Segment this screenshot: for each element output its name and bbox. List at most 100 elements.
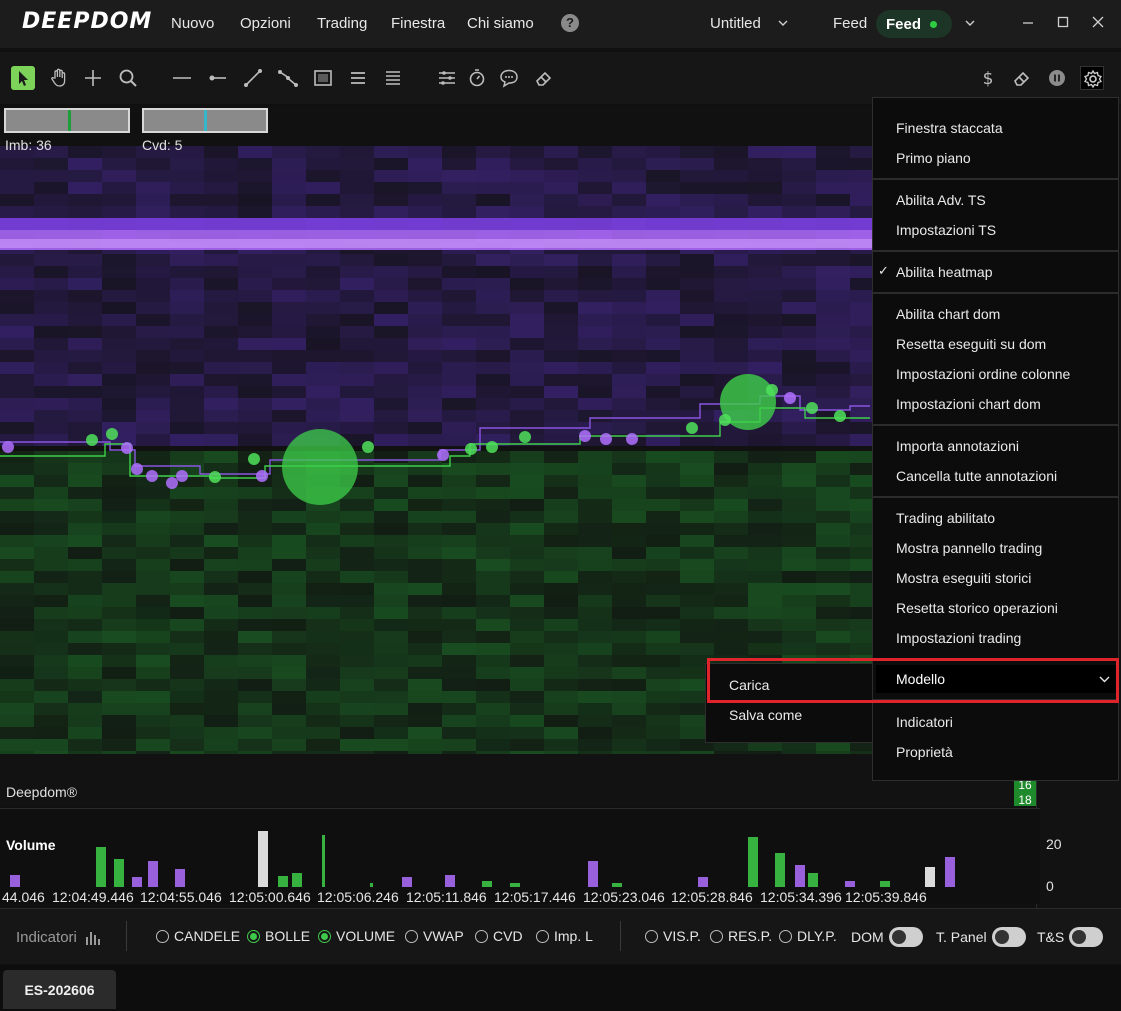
menu-item-abilita-chart-dom[interactable]: Abilita chart dom: [896, 306, 1000, 322]
menu-item-finestra-staccata[interactable]: Finestra staccata: [896, 120, 1003, 136]
menu-item-impostazioni-trading[interactable]: Impostazioni trading: [896, 630, 1021, 646]
menu-item-importa-annotazioni[interactable]: Importa annotazioni: [896, 438, 1019, 454]
radio-icon[interactable]: [710, 930, 723, 943]
menu-item-primo-piano[interactable]: Primo piano: [896, 150, 971, 166]
hand-icon[interactable]: [47, 66, 71, 90]
rectangle-icon[interactable]: [311, 66, 335, 90]
menu-item-impostazioni-ts[interactable]: Impostazioni TS: [896, 222, 996, 238]
option-label: DLY.P.: [797, 928, 837, 944]
option-label: CVD: [493, 928, 523, 944]
menu-item-impostazioni-chart-dom[interactable]: Impostazioni chart dom: [896, 396, 1041, 412]
pause-icon[interactable]: [1045, 66, 1069, 90]
horizontal-line-icon[interactable]: [170, 66, 194, 90]
option-volume[interactable]: VOLUME: [318, 928, 395, 944]
workspace-selector[interactable]: Untitled: [710, 15, 761, 32]
divider: [620, 921, 621, 951]
menu-item-proprieta[interactable]: Proprietà: [896, 744, 953, 760]
tab-es-202606[interactable]: ES-202606: [3, 970, 116, 1009]
feed-status-pill[interactable]: Feed: [876, 10, 952, 38]
pointer-icon[interactable]: [11, 66, 35, 90]
option-res-p[interactable]: RES.P.: [710, 928, 772, 944]
option-vwap[interactable]: VWAP: [405, 928, 464, 944]
menu-divider: [873, 424, 1118, 426]
indicator-bar: Indicatori CANDELE BOLLE VOLUME VWAP CVD…: [0, 908, 1121, 964]
option-label: BOLLE: [265, 928, 311, 944]
menu-chi-siamo[interactable]: Chi siamo: [467, 15, 534, 32]
time-tick: 12:05:39.846: [845, 889, 927, 905]
menu-item-abilita-adv-ts[interactable]: Abilita Adv. TS: [896, 192, 986, 208]
bar-chart-icon[interactable]: [85, 928, 103, 946]
menu-item-ordine-colonne[interactable]: Impostazioni ordine colonne: [896, 366, 1070, 382]
menu-item-resetta-eseguiti[interactable]: Resetta eseguiti su dom: [896, 336, 1046, 352]
imbalance-gauge: [4, 108, 130, 133]
gear-icon[interactable]: [1080, 66, 1104, 90]
radio-icon[interactable]: [475, 930, 488, 943]
menu-opzioni[interactable]: Opzioni: [240, 15, 291, 32]
menu-item-cancella-annotazioni[interactable]: Cancella tutte annotazioni: [896, 468, 1057, 484]
menu-item-pannello-trading[interactable]: Mostra pannello trading: [896, 540, 1042, 556]
menu-trading[interactable]: Trading: [317, 15, 367, 32]
option-candele[interactable]: CANDELE: [156, 928, 240, 944]
crosshair-icon[interactable]: [81, 66, 105, 90]
trend-line-icon[interactable]: [241, 66, 265, 90]
menu-nuovo[interactable]: Nuovo: [171, 15, 214, 32]
stopwatch-icon[interactable]: [465, 66, 489, 90]
menu-item-abilita-heatmap[interactable]: Abilita heatmap: [896, 264, 993, 280]
toggle-switch[interactable]: [888, 927, 923, 947]
horizontal-ray-icon[interactable]: [205, 66, 229, 90]
question-circle-icon[interactable]: ?: [561, 14, 579, 32]
radio-icon[interactable]: [536, 930, 549, 943]
menu-item-resetta-storico[interactable]: Resetta storico operazioni: [896, 600, 1058, 616]
volume-axis-min: 0: [1046, 878, 1054, 894]
option-dly-p[interactable]: DLY.P.: [779, 928, 837, 944]
radio-icon[interactable]: [405, 930, 418, 943]
multi-point-line-icon[interactable]: [276, 66, 300, 90]
radio-icon[interactable]: [645, 930, 658, 943]
indicatori-button[interactable]: Indicatori: [16, 929, 77, 946]
volume-bars: [10, 831, 955, 887]
time-tick: 12:05:28.846: [671, 889, 753, 905]
menu-finestra[interactable]: Finestra: [391, 15, 445, 32]
toggle-switch[interactable]: [1069, 927, 1104, 947]
chevron-down-icon: [1099, 676, 1110, 683]
menu-divider: [873, 292, 1118, 294]
close-icon[interactable]: [1088, 12, 1108, 34]
hamburger-icon[interactable]: [346, 66, 370, 90]
menu-item-eseguiti-storici[interactable]: Mostra eseguiti storici: [896, 570, 1031, 586]
menu-item-modello[interactable]: Modello: [876, 665, 1117, 693]
zoom-icon[interactable]: [116, 66, 140, 90]
option-label: RES.P.: [728, 928, 773, 944]
volume-title: Volume: [6, 837, 56, 853]
menu-item-trading-abilitato[interactable]: Trading abilitato: [896, 510, 995, 526]
dollar-icon[interactable]: $: [976, 66, 1000, 90]
comment-icon[interactable]: [497, 66, 521, 90]
list-icon[interactable]: [381, 66, 405, 90]
toggle-t-and-s[interactable]: T&S: [1037, 927, 1104, 947]
minimize-icon[interactable]: [1018, 12, 1038, 34]
radio-icon[interactable]: [779, 930, 792, 943]
menu-divider: [873, 699, 1118, 701]
option-imp-l[interactable]: Imp. L: [536, 928, 593, 944]
eraser-icon[interactable]: [532, 66, 556, 90]
toggle-dom[interactable]: DOM: [851, 927, 923, 947]
maximize-icon[interactable]: [1053, 12, 1073, 34]
option-vis-p[interactable]: VIS.P.: [645, 928, 701, 944]
radio-icon[interactable]: [156, 930, 169, 943]
time-tick: 12:04:55.046: [140, 889, 222, 905]
chevron-down-icon[interactable]: [778, 18, 788, 28]
radio-icon[interactable]: [247, 930, 260, 943]
submenu-item-salva-come[interactable]: Salva come: [729, 707, 802, 723]
time-tick: 12:05:17.446: [494, 889, 576, 905]
menu-item-indicatori[interactable]: Indicatori: [896, 714, 953, 730]
radio-icon[interactable]: [318, 930, 331, 943]
chevron-down-icon[interactable]: [965, 18, 975, 28]
eraser-icon[interactable]: [1010, 66, 1034, 90]
toggle-switch[interactable]: [991, 927, 1026, 947]
option-label: VOLUME: [336, 928, 396, 944]
option-bolle[interactable]: BOLLE: [247, 928, 310, 944]
sliders-icon[interactable]: [435, 66, 459, 90]
time-tick: 44.046: [2, 889, 45, 905]
option-cvd[interactable]: CVD: [475, 928, 523, 944]
submenu-item-carica[interactable]: Carica: [729, 677, 769, 693]
toggle-t-panel[interactable]: T. Panel: [936, 927, 1026, 947]
